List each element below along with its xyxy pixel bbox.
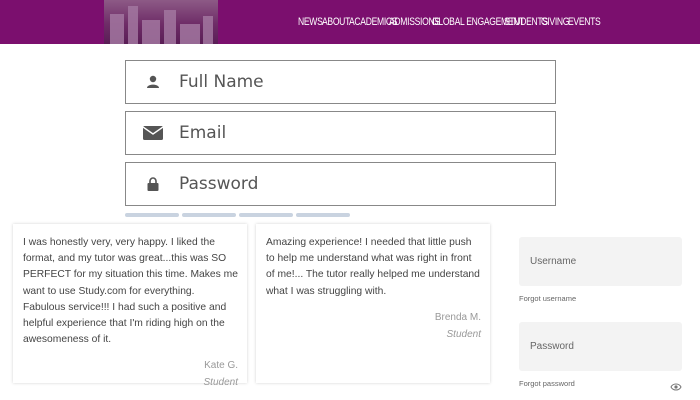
main-nav: NEWS ABOUT ACADEMICS ADMISSIONS GLOBAL E…	[298, 13, 601, 31]
nav-news[interactable]: NEWS	[298, 16, 323, 28]
email-field	[125, 111, 556, 155]
site-header: NEWS ABOUT ACADEMICS ADMISSIONS GLOBAL E…	[0, 0, 700, 44]
testimonial-quote: I was honestly very, very happy. I liked…	[23, 237, 238, 346]
password-input[interactable]	[179, 174, 539, 194]
testimonial-card: I was honestly very, very happy. I liked…	[13, 224, 247, 388]
nav-students[interactable]: STUDENTS	[504, 16, 548, 28]
testimonial-quote: Amazing experience! I needed that little…	[266, 237, 480, 297]
nav-giving[interactable]: GIVING	[541, 16, 569, 28]
email-input[interactable]	[179, 123, 539, 143]
nav-events[interactable]: EVENTS	[568, 16, 601, 28]
lock-icon	[126, 177, 179, 191]
full-name-field	[125, 60, 556, 104]
strength-segment	[182, 213, 236, 217]
username-input[interactable]: Username	[519, 237, 682, 286]
testimonial-role: Student	[203, 377, 238, 389]
testimonial-author: Kate G.	[204, 360, 238, 372]
strength-segment	[296, 213, 350, 217]
nav-admissions[interactable]: ADMISSIONS	[389, 16, 440, 28]
testimonial-author: Brenda M.	[434, 311, 481, 323]
full-name-input[interactable]	[179, 72, 539, 92]
strength-segment	[125, 213, 179, 217]
forgot-username-link[interactable]: Forgot username	[519, 294, 576, 303]
testimonial-card: Amazing experience! I needed that little…	[256, 224, 490, 383]
nav-academics[interactable]: ACADEMICS	[349, 16, 398, 28]
login-password-input[interactable]: Password	[519, 322, 682, 371]
strength-segment	[239, 213, 293, 217]
testimonial-role: Student	[446, 328, 481, 340]
password-field	[125, 162, 556, 206]
header-campus-photo	[104, 0, 218, 44]
forgot-password-link[interactable]: Forgot password	[519, 379, 575, 388]
nav-about[interactable]: ABOUT	[322, 16, 350, 28]
nav-global-engagement[interactable]: GLOBAL ENGAGEMENT	[432, 16, 524, 28]
user-icon	[126, 75, 179, 89]
password-strength-meter	[125, 213, 350, 217]
show-password-eye-icon[interactable]	[670, 379, 682, 391]
envelope-icon	[126, 126, 179, 140]
